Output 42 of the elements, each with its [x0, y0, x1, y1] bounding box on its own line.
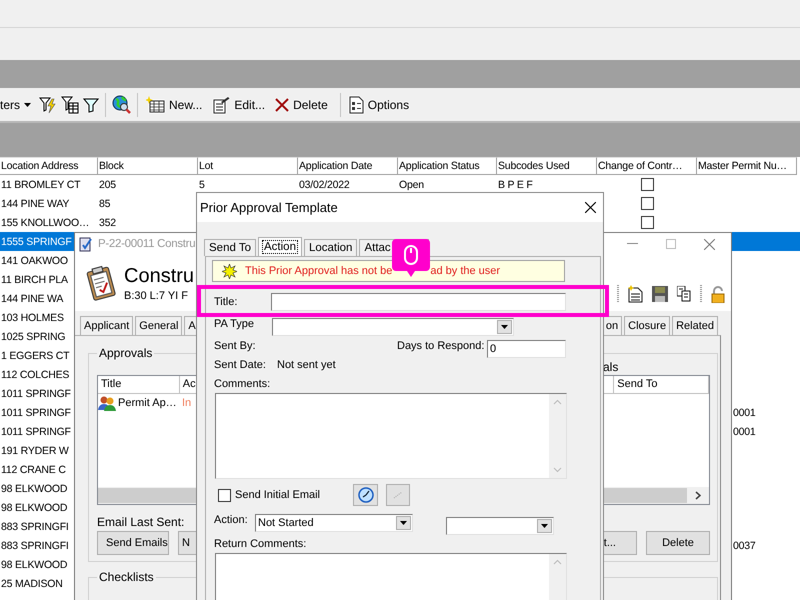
- field-label: Email Last Sent:: [97, 515, 184, 529]
- table-cell: 352: [99, 216, 116, 228]
- table-cell: 85: [99, 198, 110, 210]
- table-cell: Open: [399, 178, 424, 190]
- field-label: Comments:: [214, 378, 270, 390]
- table-cell: 1011 SPRINGF: [1, 406, 71, 418]
- dialog-title: Prior Approval Template: [200, 200, 338, 215]
- record-subheading: B:30 L:7 YI F: [124, 290, 190, 302]
- field-label: Action:: [214, 514, 249, 526]
- table-cell: 98 ELKWOOD: [1, 502, 68, 514]
- warning-text: This Prior Approval has not be: [245, 265, 392, 277]
- record-heading: Constru: [124, 264, 194, 288]
- field-label: Sent Date:: [214, 359, 267, 371]
- table-cell: 0001: [733, 406, 756, 418]
- table-cell: 1555 SPRINGF: [1, 236, 72, 248]
- table-cell: 112 CRANE C: [1, 464, 66, 476]
- table-cell: 141 OAKWOO: [1, 254, 68, 266]
- table-cell: 03/02/2022: [299, 178, 350, 190]
- table-cell: 155 KNOLLWOO…: [1, 216, 90, 228]
- table-cell: 11 BROMLEY CT: [1, 178, 80, 190]
- window-title: P-22-00011 Constru: [98, 238, 196, 250]
- table-cell: Permit Ap…: [118, 397, 177, 409]
- table-cell: 1011 SPRINGF: [1, 426, 71, 438]
- table-cell: 144 PINE WAY: [1, 198, 70, 210]
- field-label: PA Type: [214, 318, 255, 330]
- table-cell: B P E F: [498, 178, 533, 190]
- group-label: Checklists: [98, 570, 155, 584]
- table-cell: 191 RYDER W: [1, 444, 69, 456]
- table-cell: 205: [99, 178, 116, 190]
- field-label: Sent By:: [214, 340, 257, 352]
- field-label: Return Comments:: [214, 538, 306, 550]
- warning-text: ad by the user: [430, 265, 500, 277]
- field-value: Not sent yet: [277, 359, 336, 371]
- table-cell: 98 ELKWOOD: [1, 558, 68, 570]
- table-cell: 0001: [733, 426, 756, 438]
- table-cell: 5: [199, 178, 205, 190]
- group-label: als: [603, 360, 618, 375]
- checkbox-label: Send Initial Email: [235, 489, 321, 501]
- group-label: Approvals: [98, 346, 154, 360]
- table-cell: In: [182, 397, 192, 409]
- field-label: Days to Respond:: [397, 340, 486, 352]
- field-label: Title:: [214, 296, 238, 308]
